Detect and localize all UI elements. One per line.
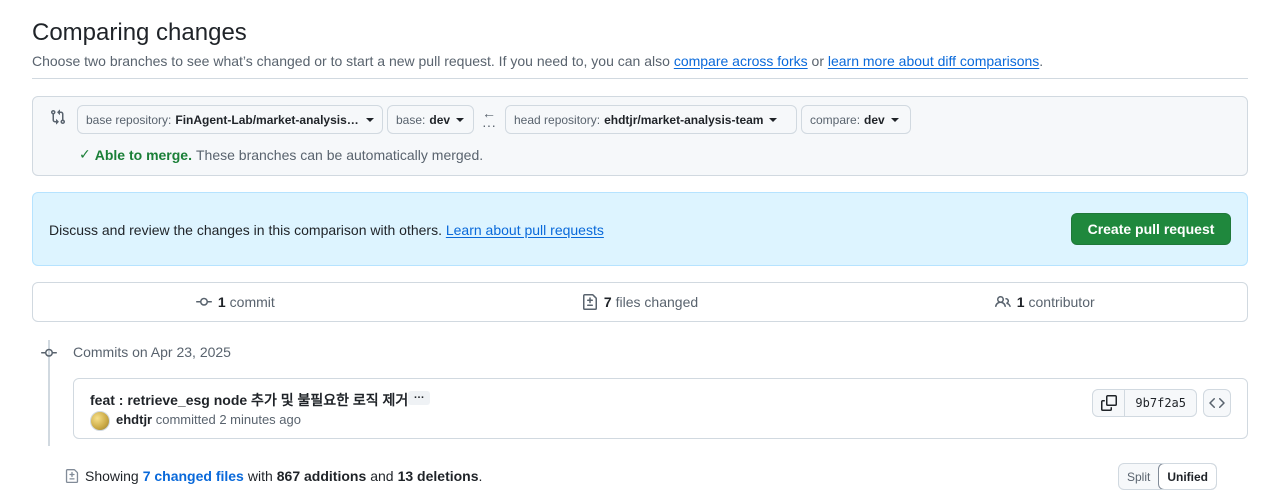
commit-sha-group: 9b7f2a5 bbox=[1092, 389, 1197, 417]
subtitle-text: Choose two branches to see what’s change… bbox=[32, 53, 670, 69]
files-label: files changed bbox=[615, 294, 699, 310]
copy-sha-button[interactable] bbox=[1093, 390, 1126, 416]
head-repository-select[interactable]: head repository: ehdtjr/market-analysis-… bbox=[505, 105, 797, 134]
range-editor: base repository: FinAgent-Lab/market-ana… bbox=[32, 96, 1248, 176]
head-repository-value: ehdtjr/market-analysis-team bbox=[604, 112, 764, 127]
compare-branch-select[interactable]: compare: dev bbox=[801, 105, 911, 134]
compare-branch-value: dev bbox=[864, 112, 885, 127]
merge-status: ✓ Able to merge. These branches can be a… bbox=[79, 146, 483, 163]
file-diff-icon bbox=[65, 469, 79, 483]
arrow-left-icon: ← ··· bbox=[482, 105, 496, 133]
contributors-tab[interactable]: 1 contributor bbox=[842, 283, 1247, 321]
files-changed-tab[interactable]: 7 files changed bbox=[438, 283, 843, 321]
subtitle-or: or bbox=[811, 53, 824, 69]
chevron-down-icon bbox=[456, 117, 465, 122]
contributors-count: 1 bbox=[1016, 294, 1025, 310]
commit-message-link[interactable]: feat : retrieve_esg node 추가 및 불필요한 로직 제거 bbox=[90, 390, 408, 410]
git-commit-icon bbox=[195, 297, 212, 306]
compare-branch-label: compare: bbox=[810, 112, 861, 127]
git-compare-icon bbox=[51, 109, 66, 125]
discuss-banner: Discuss and review the changes in this c… bbox=[32, 192, 1248, 266]
file-diff-icon bbox=[582, 294, 597, 310]
files-count: 7 bbox=[603, 294, 612, 310]
commit-item: feat : retrieve_esg node 추가 및 불필요한 로직 제거… bbox=[73, 378, 1248, 439]
chevron-down-icon bbox=[769, 117, 778, 122]
commit-sha-link[interactable]: 9b7f2a5 bbox=[1125, 390, 1196, 416]
chevron-down-icon bbox=[366, 117, 374, 122]
showing-label: Showing bbox=[85, 468, 139, 484]
diff-view-toggle: Split Unified bbox=[1118, 463, 1218, 490]
base-branch-value: dev bbox=[429, 112, 451, 127]
page-title: Comparing changes bbox=[32, 19, 247, 46]
deletions-count: 13 deletions bbox=[397, 468, 479, 484]
chevron-down-icon bbox=[890, 117, 899, 122]
summary-period: . bbox=[478, 468, 483, 484]
diff-summary: Showing 7 changed files with 867 additio… bbox=[65, 468, 482, 484]
avatar[interactable] bbox=[90, 411, 110, 431]
expand-commit-button[interactable]: … bbox=[408, 390, 430, 405]
commits-tab[interactable]: 1 commit bbox=[33, 283, 438, 321]
git-commit-icon bbox=[41, 348, 57, 357]
code-icon bbox=[1209, 397, 1225, 409]
check-icon: ✓ bbox=[79, 146, 91, 162]
banner-text: Discuss and review the changes in this c… bbox=[49, 222, 604, 238]
comparison-stats: 1 commit 7 files changed 1 contributor bbox=[32, 282, 1248, 322]
head-repository-label: head repository: bbox=[514, 112, 601, 127]
compare-forks-link[interactable]: compare across forks bbox=[674, 53, 808, 69]
merge-status-detail: These branches can be automatically merg… bbox=[195, 146, 484, 163]
commit-author[interactable]: ehdtjr bbox=[116, 412, 152, 427]
unified-view-button[interactable]: Unified bbox=[1158, 464, 1217, 489]
base-branch-select[interactable]: base: dev bbox=[387, 105, 474, 134]
base-repository-value: FinAgent-Lab/market-analysis-team bbox=[175, 112, 360, 127]
base-repository-label: base repository: bbox=[86, 112, 172, 127]
copy-icon bbox=[1100, 395, 1117, 411]
commits-date-heading: Commits on Apr 23, 2025 bbox=[73, 344, 231, 360]
learn-diff-link[interactable]: learn more about diff comparisons bbox=[828, 53, 1039, 69]
commit-time: committed 2 minutes ago bbox=[155, 412, 301, 427]
split-view-button[interactable]: Split bbox=[1119, 464, 1158, 489]
additions-count: 867 additions bbox=[276, 468, 367, 484]
base-branch-label: base: bbox=[396, 112, 426, 127]
page-subtitle: Choose two branches to see what’s change… bbox=[32, 53, 1043, 69]
commits-label: commit bbox=[229, 294, 275, 310]
base-repository-select[interactable]: base repository: FinAgent-Lab/market-ana… bbox=[77, 105, 383, 134]
with-label: with bbox=[247, 468, 273, 484]
subtitle-period: . bbox=[1039, 53, 1044, 69]
banner-message: Discuss and review the changes in this c… bbox=[49, 222, 442, 238]
commit-author-line: ehdtjr committed 2 minutes ago bbox=[116, 412, 301, 427]
contributors-label: contributor bbox=[1028, 294, 1095, 310]
merge-status-label: Able to merge. bbox=[94, 146, 192, 163]
learn-pull-requests-link[interactable]: Learn about pull requests bbox=[446, 222, 604, 238]
browse-repo-button[interactable] bbox=[1203, 389, 1231, 417]
commits-count: 1 bbox=[217, 294, 226, 310]
create-pull-request-button[interactable]: Create pull request bbox=[1071, 213, 1231, 245]
and-label: and bbox=[370, 468, 394, 484]
changed-files-link[interactable]: 7 changed files bbox=[143, 468, 244, 484]
header-divider bbox=[32, 78, 1248, 79]
people-icon bbox=[994, 295, 1011, 308]
